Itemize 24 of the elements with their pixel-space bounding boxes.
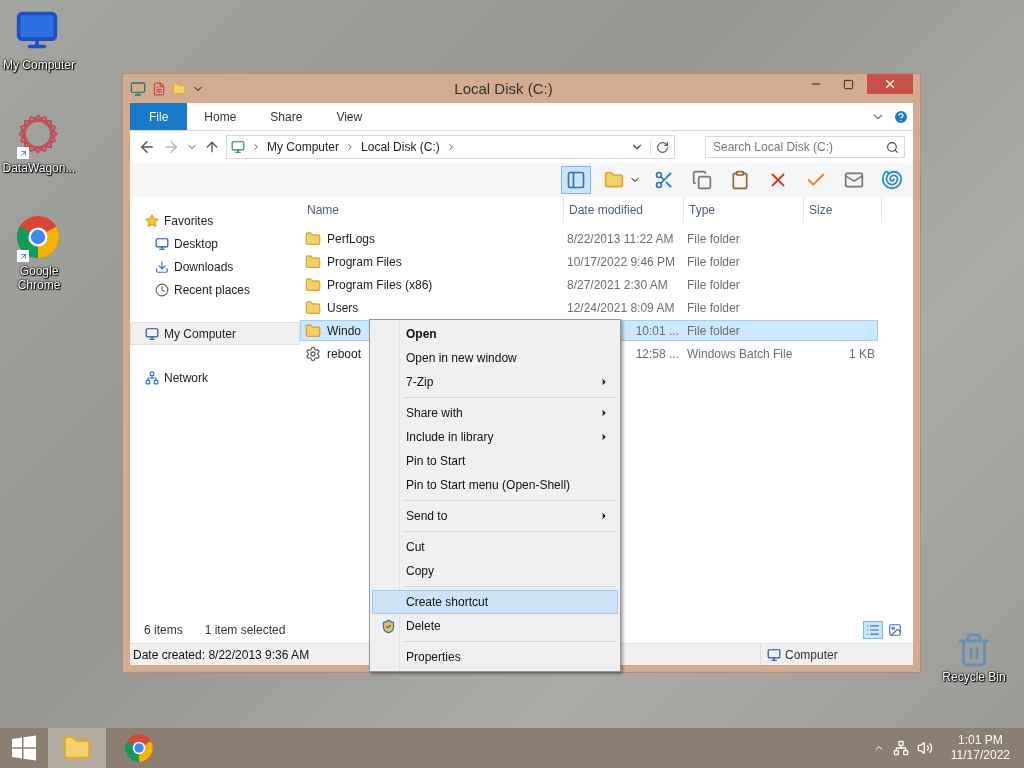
file-name: Windo (327, 323, 361, 338)
type-text: File folder (687, 277, 740, 292)
date-text: 8/27/2021 2:30 AM (567, 277, 668, 292)
type-text: Windows Batch File (687, 346, 793, 361)
date-text: 10/17/2022 9:46 PM (567, 254, 676, 269)
window-title: Local Disk (C:) (453, 80, 554, 97)
file-name: PerfLogs (327, 231, 376, 246)
date-text: 12:58 ... (635, 346, 679, 361)
details-text: Date created: 8/22/2013 9:36 AM (132, 647, 310, 662)
type-text: File folder (687, 323, 740, 338)
selection-count: 1 item selected (204, 623, 286, 637)
file-name: Users (327, 300, 359, 315)
type-text: File folder (687, 231, 740, 246)
size-text: 1 KB (849, 346, 875, 361)
date-text: 12/24/2021 8:09 AM (567, 300, 675, 315)
file-name: reboot (327, 346, 362, 361)
date-text: 10:01 ... (635, 323, 679, 338)
location-text: Computer (785, 647, 838, 662)
file-name: Program Files (327, 254, 402, 269)
file-name: Program Files (x86) (327, 277, 433, 292)
type-text: File folder (687, 254, 740, 269)
type-text: File folder (687, 300, 740, 315)
date-text: 8/22/2013 11:22 AM (567, 231, 674, 246)
item-count: 6 items (144, 623, 183, 637)
